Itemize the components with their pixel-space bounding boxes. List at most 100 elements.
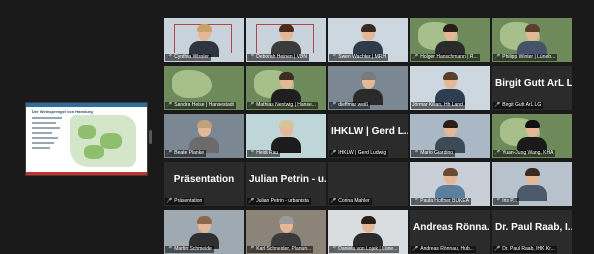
participant-name: Jörmar Kilian, Hh Land	[412, 102, 463, 108]
video-conference-window: Der Weinsprengel von Hamburg 🎤 Cynthia Wi…	[0, 0, 594, 254]
participant-name: Martin Schmeide	[174, 246, 212, 252]
participant-video	[353, 216, 383, 249]
participant-tile[interactable]: 🎤 Heidi Rau	[246, 114, 326, 158]
slide-footer-bar	[26, 172, 147, 175]
participant-video	[517, 120, 547, 153]
mic-muted-icon: 🎤	[248, 54, 255, 60]
participant-name: Corina Mahler	[338, 198, 370, 204]
participant-tile[interactable]: 🎤 Corina Mahler	[328, 162, 408, 206]
participant-video	[271, 24, 301, 57]
participant-video	[517, 24, 547, 57]
participant-tile-active-speaker[interactable]: Jörmar Kilian, Hh Land	[410, 66, 490, 110]
participant-tile[interactable]: 🎤 Holger Hanschmann | R...	[410, 18, 490, 62]
participant-video	[435, 168, 465, 201]
mic-muted-icon: 🎤	[330, 54, 337, 60]
participant-display-name: Andreas Rönna...	[413, 222, 490, 233]
participant-video	[517, 168, 547, 201]
participant-name: Birgit Gutt ArL LG	[502, 102, 542, 108]
participant-tile[interactable]: 🎤 Martin Schmeide	[164, 210, 244, 254]
participant-name: Sandra Heise | Hansestadt	[174, 102, 234, 108]
participant-name: Andreas Rönnau, Hub...	[420, 246, 474, 252]
participant-tile[interactable]: 🎤 Beate Planke	[164, 114, 244, 158]
participant-display-name: Julian Petrin - u...	[249, 174, 326, 185]
participant-tile[interactable]: 🎤 Daniela von Lojek | Lüne...	[328, 210, 408, 254]
mic-muted-icon: 🎤	[166, 150, 173, 156]
participant-name: Heidi Rau	[256, 150, 279, 156]
mic-muted-icon: 🎤	[166, 246, 173, 252]
mic-muted-icon: 🎤	[248, 102, 255, 108]
participant-name: Yuan-Jung Wang, KHA	[502, 150, 554, 156]
participant-name: Cynthia Wissler	[174, 54, 209, 60]
mic-muted-icon: 🎤	[166, 54, 173, 60]
participant-name: Daniela von Lojek | Lüne...	[338, 246, 398, 252]
participant-name: Holger Hanschmann | R...	[420, 54, 478, 60]
participant-video	[271, 120, 301, 153]
mic-muted-icon: 🎤	[248, 150, 255, 156]
participant-name: Mario Giardino	[420, 150, 454, 156]
slide-text-lines	[32, 117, 66, 152]
participant-name: Paula Hoffner BUKEA	[420, 198, 470, 204]
mic-muted-icon: 🎤	[330, 102, 337, 108]
participant-display-name: Präsentation	[173, 174, 235, 185]
participant-display-name: IHKLW | Gerd L...	[331, 126, 408, 137]
participant-name: Julian Petrin - urbanista	[256, 198, 309, 204]
panel-resize-handle[interactable]	[149, 130, 152, 144]
participant-name: Philipp Winter | Lüneb...	[502, 54, 556, 60]
participant-tile[interactable]: 🎤 Yuan-Jung Wang, KHA	[492, 114, 572, 158]
participant-tile[interactable]: Dr. Paul Raab, I... 🎤 Dr. Paul Raab, IHK …	[492, 210, 572, 254]
participant-tile[interactable]: 🎤 Cynthia Wissler	[164, 18, 244, 62]
shared-screen-thumbnail[interactable]: Der Weinsprengel von Hamburg	[25, 102, 148, 176]
mic-muted-icon: 🎤	[412, 54, 419, 60]
participant-tile[interactable]: 🎤 Karl Schneider, Planun...	[246, 210, 326, 254]
mic-muted-icon: 🎤	[248, 246, 255, 252]
slide-map-image	[70, 115, 136, 167]
participant-display-name: Dr. Paul Raab, I...	[495, 222, 572, 233]
participant-tile[interactable]: 🎤 Philipp Winter | Lüneb...	[492, 18, 572, 62]
mic-muted-icon: 🎤	[330, 198, 337, 204]
participant-tile[interactable]: 🎤 Paula Hoffner BUKEA	[410, 162, 490, 206]
participant-name: Karl Schneider, Planun...	[256, 246, 312, 252]
mic-muted-icon: 🎤	[412, 246, 419, 252]
mic-muted-icon: 🎤	[166, 198, 173, 204]
mic-muted-icon: 🎤	[330, 246, 337, 252]
participant-name: Swen Wachter | MRH	[338, 54, 387, 60]
participant-tile[interactable]: 🎤 dieffmar weiß	[328, 66, 408, 110]
participant-tile[interactable]: Julian Petrin - u... 🎤 Julian Petrin - ur…	[246, 162, 326, 206]
participant-name: Deborah Heinen | VBN	[256, 54, 308, 60]
mic-muted-icon: 🎤	[330, 150, 337, 156]
participant-name: Mathias Nentwig | Hanse...	[256, 102, 316, 108]
participant-name: Iris P...	[502, 198, 518, 204]
participant-video	[353, 24, 383, 57]
participant-name: dieffmar weiß	[338, 102, 369, 108]
participant-tile[interactable]: 🎤 Mario Giardino	[410, 114, 490, 158]
participant-tile[interactable]: Präsentation 🎤 Präsentation	[164, 162, 244, 206]
mic-muted-icon: 🎤	[412, 150, 419, 156]
mic-muted-icon: 🎤	[494, 102, 501, 108]
participant-name: Dr. Paul Raab, IHK Kr...	[502, 246, 555, 252]
participant-tile[interactable]: IHKLW | Gerd L... 🎤 IHKLW | Gerd Ludwig	[328, 114, 408, 158]
participant-tile[interactable]: 🎤 Deborah Heinen | VBN	[246, 18, 326, 62]
mic-muted-icon: 🎤	[166, 102, 173, 108]
participant-tile[interactable]: 🎤 Swen Wachter | MRH	[328, 18, 408, 62]
participant-tile[interactable]: 🎤 Iris P...	[492, 162, 572, 206]
participant-video	[435, 24, 465, 57]
mic-muted-icon: 🎤	[494, 198, 501, 204]
slide-header-bar	[26, 103, 147, 107]
participant-name: IHKLW | Gerd Ludwig	[338, 150, 387, 156]
participant-name: Präsentation	[174, 198, 203, 204]
participant-video	[189, 216, 219, 249]
mic-muted-icon: 🎤	[248, 198, 255, 204]
participant-tile[interactable]: 🎤 Mathias Nentwig | Hanse...	[246, 66, 326, 110]
mic-muted-icon: 🎤	[412, 198, 419, 204]
participant-name: Beate Planke	[174, 150, 204, 156]
mic-muted-icon: 🎤	[494, 150, 501, 156]
participant-display-name: Birgit Gutt ArL LG	[495, 78, 572, 89]
participant-video	[271, 72, 301, 105]
participant-video	[435, 120, 465, 153]
slide-title: Der Weinsprengel von Hamburg	[32, 109, 93, 114]
mic-muted-icon: 🎤	[494, 54, 501, 60]
participant-tile[interactable]: Birgit Gutt ArL LG 🎤 Birgit Gutt ArL LG	[492, 66, 572, 110]
participant-tile[interactable]: 🎤 Sandra Heise | Hansestadt	[164, 66, 244, 110]
participant-video	[189, 120, 219, 153]
participant-tile[interactable]: Andreas Rönna... 🎤 Andreas Rönnau, Hub...	[410, 210, 490, 254]
